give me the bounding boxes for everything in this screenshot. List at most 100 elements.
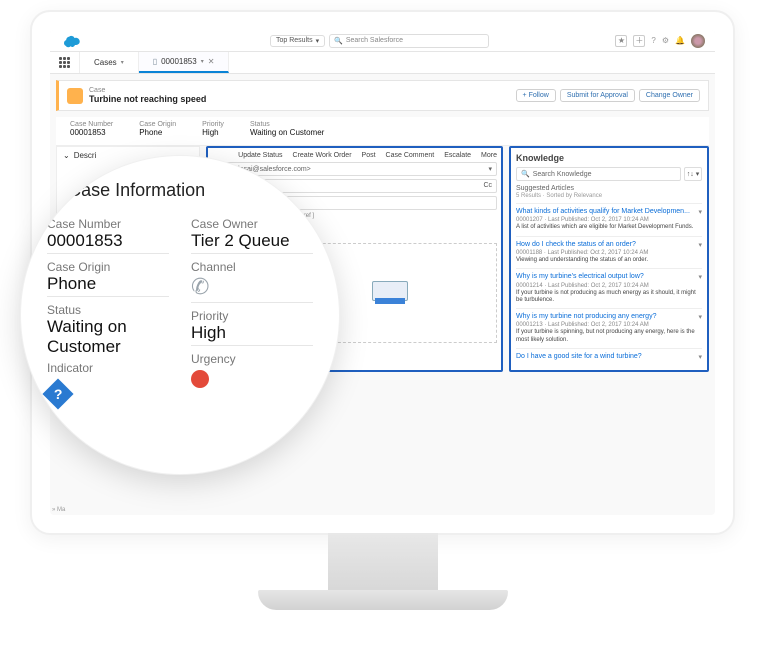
lens-status-label: Status [47,303,169,317]
search-placeholder: Search Salesforce [346,37,403,44]
action-post[interactable]: Post [362,152,376,159]
global-search-input[interactable]: 🔍Search Salesforce [329,34,489,48]
article-meta: 00001188 · Last Published: Oct 2, 2017 1… [516,250,702,256]
knowledge-article[interactable]: How do I check the status of an order?00… [516,236,702,269]
page-title: Turbine not reaching speed [89,94,206,104]
favorites-icon[interactable]: ★ [615,35,627,47]
knowledge-sort-button[interactable]: ↑↓ ▾ [684,167,702,181]
status-label: Status [250,121,324,128]
status-value: Waiting on Customer [250,128,324,137]
knowledge-search-input[interactable]: 🔍Search Knowledge [516,167,681,181]
tab-record-label: 00001853 [161,57,197,66]
chevron-down-icon: ⌄ [63,151,70,160]
notifications-icon[interactable]: 🔔 [675,36,685,45]
chevron-down-icon[interactable]: ▾ [698,273,702,281]
priority-label: Priority [202,121,224,128]
article-link[interactable]: Why is my turbine's electrical output lo… [516,273,702,281]
article-link[interactable]: Do I have a good site for a wind turbine… [516,353,702,361]
chevron-down-icon[interactable]: ▾ [698,208,702,216]
article-link[interactable]: What kinds of activities qualify for Mar… [516,208,702,216]
highlight-fields: Case Number00001853 Case OriginPhone Pri… [56,117,709,146]
chevron-down-icon: ▾ [316,37,320,45]
case-object-icon [67,88,83,104]
article-link[interactable]: How do I check the status of an order? [516,241,702,249]
submit-approval-button[interactable]: Submit for Approval [560,89,635,102]
article-desc: If your turbine is not producing as much… [516,290,702,304]
salesforce-logo-icon [60,34,82,48]
lens-priority-label: Priority [191,309,313,323]
knowledge-title: Knowledge [516,153,702,163]
lens-owner-value: Tier 2 Queue [191,231,313,254]
lens-indicator-label: Indicator [47,361,169,375]
action-more[interactable]: More [481,152,497,159]
chevron-down-icon[interactable]: ▾ [121,59,124,66]
action-case-comment[interactable]: Case Comment [386,152,435,159]
article-desc: Viewing and understanding the status of … [516,257,702,264]
search-icon: 🔍 [521,170,530,178]
phone-icon: ✆ [191,274,209,299]
indicator-icon: ? [42,378,73,409]
attached-file[interactable] [372,281,408,305]
setup-gear-icon[interactable]: ⚙ [662,36,669,45]
article-meta: 00001213 · Last Published: Oct 2, 2017 1… [516,322,702,328]
article-meta: 00001207 · Last Published: Oct 2, 2017 1… [516,217,702,223]
zoom-lens: ⌄Case Information Case Number 00001853 C… [20,155,340,475]
search-scope-dropdown[interactable]: Top Results▾ [270,35,325,47]
urgency-dot-icon [191,370,209,388]
object-label: Case [89,87,206,94]
action-update-status[interactable]: Update Status [238,152,282,159]
priority-value: High [202,128,224,137]
case-number-label: Case Number [70,121,113,128]
lens-channel-label: Channel [191,260,313,274]
global-header: Top Results▾ 🔍Search Salesforce ★ ＋ ? ⚙ … [50,30,715,52]
origin-label: Case Origin [139,121,176,128]
sort-label: 5 Results · Sorted by Relevance [516,193,702,199]
lens-case-number-label: Case Number [47,217,169,231]
case-number-value: 00001853 [70,128,113,137]
tab-cases[interactable]: Cases ▾ [80,52,139,73]
app-launcher-icon[interactable] [50,52,80,73]
origin-value: Phone [139,128,176,137]
knowledge-article[interactable]: What kinds of activities qualify for Mar… [516,203,702,236]
suggested-label: Suggested Articles [516,185,702,192]
monitor-stand [328,533,438,593]
search-scope-label: Top Results [276,37,313,44]
lens-priority-value: High [191,323,313,346]
article-desc: A list of activities which are eligible … [516,224,702,231]
chevron-down-icon[interactable]: ▾ [698,353,702,361]
lens-origin-label: Case Origin [47,260,169,274]
change-owner-button[interactable]: Change Owner [639,89,700,102]
lens-owner-label: Case Owner [191,217,313,231]
nav-tabs: Cases ▾ ▯ 00001853 ▾ ✕ [50,52,715,74]
help-icon[interactable]: ? [651,36,655,45]
cc-label: Cc [483,182,492,189]
chevron-down-icon[interactable]: ▾ [698,313,702,321]
article-desc: If your turbine is spinning, but not pro… [516,329,702,343]
file-thumbnail-icon [372,281,408,301]
quick-actions: Update Status Create Work Order Post Cas… [212,152,497,159]
article-meta: 00001214 · Last Published: Oct 2, 2017 1… [516,283,702,289]
chevron-down-icon[interactable]: ▾ [201,58,204,65]
footer-text: » Ma [52,507,65,513]
knowledge-panel: Knowledge 🔍Search Knowledge ↑↓ ▾ Suggest… [509,146,709,372]
tab-record[interactable]: ▯ 00001853 ▾ ✕ [139,52,230,73]
briefcase-icon: ▯ [153,57,157,66]
article-link[interactable]: Why is my turbine not producing any ener… [516,313,702,321]
tab-cases-label: Cases [94,58,117,67]
lens-origin-value: Phone [47,274,169,297]
action-create-work-order[interactable]: Create Work Order [293,152,352,159]
add-icon[interactable]: ＋ [633,35,645,47]
action-escalate[interactable]: Escalate [444,152,471,159]
knowledge-article[interactable]: Do I have a good site for a wind turbine… [516,348,702,365]
lens-status-value: Waiting on Customer [47,317,169,359]
chevron-down-icon[interactable]: ▾ [698,241,702,249]
search-icon: 🔍 [334,37,343,45]
user-avatar[interactable] [691,34,705,48]
knowledge-article[interactable]: Why is my turbine's electrical output lo… [516,268,702,308]
close-icon[interactable]: ✕ [208,57,215,66]
record-header: Case Turbine not reaching speed + Follow… [56,80,709,111]
knowledge-article[interactable]: Why is my turbine not producing any ener… [516,308,702,348]
lens-urgency-label: Urgency [191,352,313,366]
monitor-base [258,590,508,610]
follow-button[interactable]: + Follow [516,89,556,102]
